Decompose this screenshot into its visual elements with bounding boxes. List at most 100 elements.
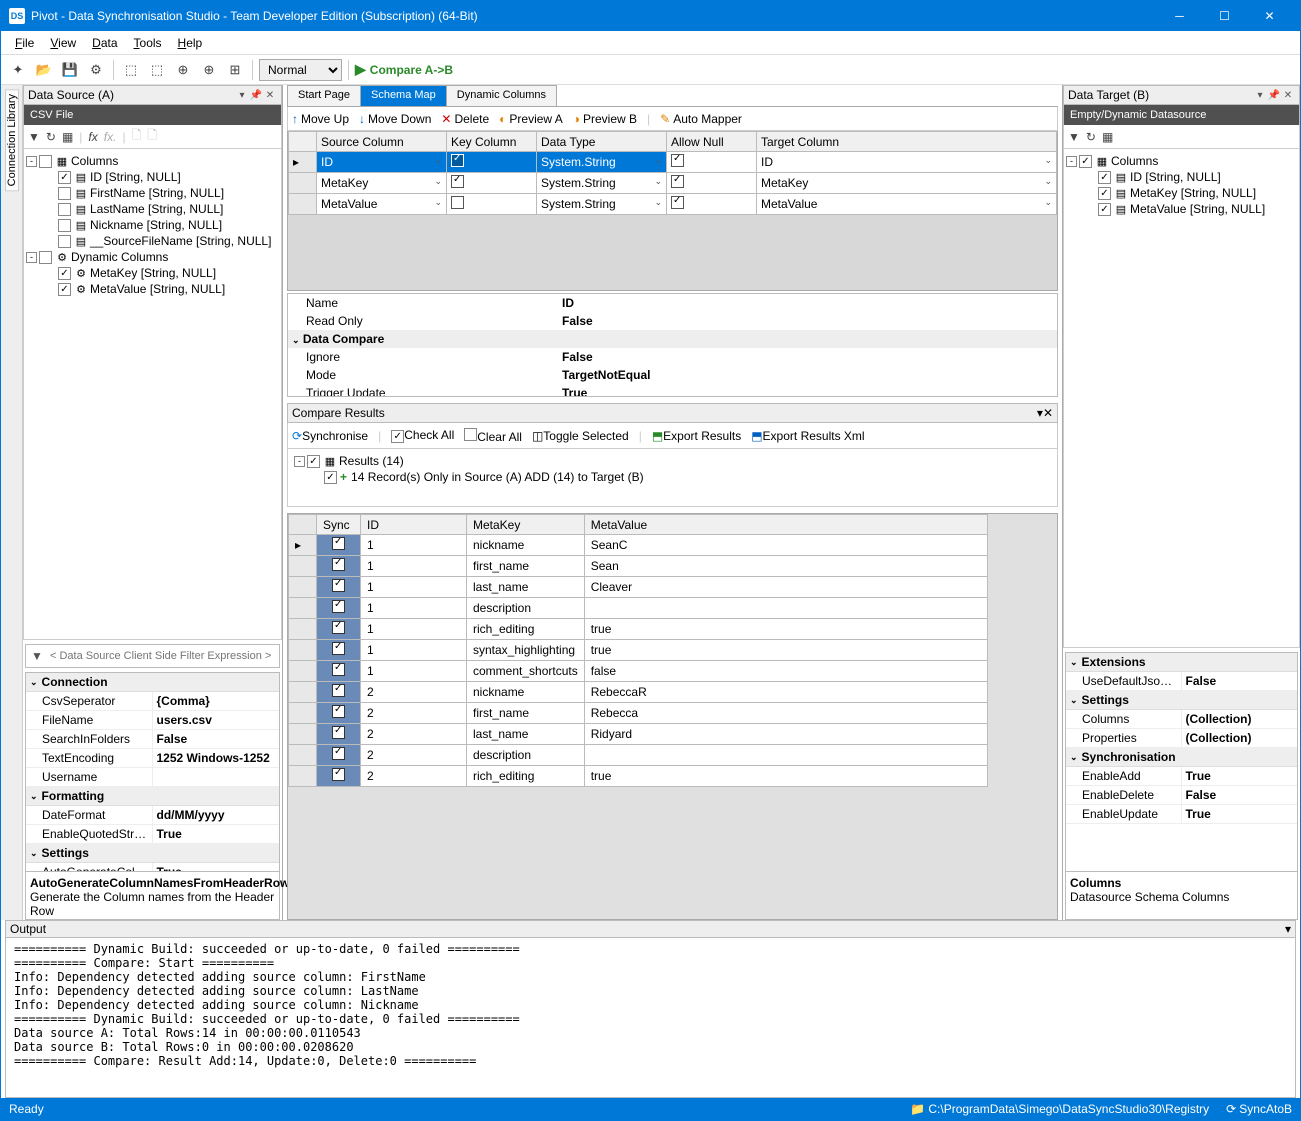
row-header[interactable]: [289, 682, 317, 703]
col-sync[interactable]: Sync: [317, 515, 361, 535]
cell-metakey[interactable]: first_name: [467, 703, 585, 724]
cell-metakey[interactable]: description: [467, 745, 585, 766]
move-up-button[interactable]: ↑Move Up: [292, 112, 349, 126]
cell-metakey[interactable]: syntax_highlighting: [467, 640, 585, 661]
columns-icon[interactable]: ▦: [1102, 130, 1113, 144]
checkbox[interactable]: [1098, 187, 1111, 200]
prop-val[interactable]: TargetNotEqual: [558, 366, 1057, 384]
tree-item[interactable]: ID [String, NULL]: [1130, 170, 1221, 184]
settings-icon[interactable]: ⚙: [85, 59, 107, 81]
maximize-button[interactable]: ☐: [1202, 1, 1247, 31]
prop-group[interactable]: Synchronisation: [1082, 750, 1176, 764]
menu-view[interactable]: View: [42, 34, 84, 52]
expander-icon[interactable]: -: [1066, 156, 1077, 167]
delete-button[interactable]: ✕Delete: [441, 112, 489, 126]
prop-val[interactable]: True: [1182, 767, 1298, 785]
cell-metavalue[interactable]: true: [584, 619, 987, 640]
checkbox[interactable]: [39, 251, 52, 264]
cell-target[interactable]: ID⌄: [757, 152, 1057, 173]
cell-metavalue[interactable]: Rebecca: [584, 703, 987, 724]
tree-item[interactable]: Nickname [String, NULL]: [90, 218, 222, 232]
connection-library-tab[interactable]: Connection Library: [5, 89, 19, 191]
prop-val[interactable]: True: [153, 825, 280, 843]
open-icon[interactable]: 📂: [33, 59, 55, 81]
tool-2-icon[interactable]: ⬚: [146, 59, 168, 81]
cell-metavalue[interactable]: false: [584, 661, 987, 682]
move-down-button[interactable]: ↓Move Down: [359, 112, 431, 126]
prop-group[interactable]: Extensions: [1082, 655, 1146, 669]
dropdown-icon[interactable]: ▾: [235, 90, 249, 101]
cell-id[interactable]: 1: [361, 640, 467, 661]
cell-id[interactable]: 1: [361, 577, 467, 598]
menu-help[interactable]: Help: [170, 34, 211, 52]
row-header[interactable]: [289, 577, 317, 598]
prop-group[interactable]: Formatting: [42, 789, 105, 803]
cell-metavalue[interactable]: Ridyard: [584, 724, 987, 745]
row-header[interactable]: [289, 173, 317, 194]
pin-icon[interactable]: 📌: [1267, 90, 1281, 101]
cell-metavalue[interactable]: SeanC: [584, 535, 987, 556]
row-header[interactable]: [289, 724, 317, 745]
tree-columns[interactable]: Columns: [1111, 154, 1158, 168]
prop-val[interactable]: dd/MM/yyyy: [153, 806, 280, 824]
menu-data[interactable]: Data: [84, 34, 125, 52]
close-icon[interactable]: ✕: [1043, 406, 1053, 420]
cell-id[interactable]: 1: [361, 619, 467, 640]
cell-target[interactable]: MetaValue⌄: [757, 194, 1057, 215]
tree-item[interactable]: MetaKey [String, NULL]: [1130, 186, 1256, 200]
tree-item[interactable]: MetaValue [String, NULL]: [1130, 202, 1265, 216]
cell-id[interactable]: 1: [361, 556, 467, 577]
cell-datatype[interactable]: System.String⌄: [537, 173, 667, 194]
toggle-selected-button[interactable]: ◫Toggle Selected: [532, 429, 629, 443]
preview-b-button[interactable]: ◑Preview B: [573, 112, 637, 126]
compare-button[interactable]: ▶Compare A->B: [355, 61, 453, 78]
row-header[interactable]: [289, 766, 317, 787]
row-header[interactable]: ▸: [289, 152, 317, 173]
cell-metakey[interactable]: rich_editing: [467, 619, 585, 640]
row-header[interactable]: [289, 619, 317, 640]
tool-1-icon[interactable]: ⬚: [120, 59, 142, 81]
columns-icon[interactable]: ▦: [62, 130, 73, 144]
cell-id[interactable]: 2: [361, 682, 467, 703]
prop-val[interactable]: True: [153, 863, 280, 872]
tool-4-icon[interactable]: ⊕: [198, 59, 220, 81]
expander-icon[interactable]: -: [26, 156, 37, 167]
tab-dynamic[interactable]: Dynamic Columns: [446, 85, 557, 106]
checkbox[interactable]: [58, 283, 71, 296]
row-header[interactable]: [289, 661, 317, 682]
cell-allownull[interactable]: [667, 194, 757, 215]
checkbox[interactable]: [324, 471, 337, 484]
cell-id[interactable]: 2: [361, 724, 467, 745]
save-icon[interactable]: 💾: [59, 59, 81, 81]
checkbox[interactable]: [39, 155, 52, 168]
menu-tools[interactable]: Tools: [126, 34, 170, 52]
tree-dynamic[interactable]: Dynamic Columns: [71, 250, 168, 264]
cell-key[interactable]: [447, 152, 537, 173]
prop-val[interactable]: [153, 768, 280, 786]
col-allownull[interactable]: Allow Null: [667, 132, 757, 152]
tree-columns[interactable]: Columns: [71, 154, 118, 168]
checkbox[interactable]: [307, 455, 320, 468]
filter-icon[interactable]: ▼: [26, 649, 48, 663]
cell-metakey[interactable]: comment_shortcuts: [467, 661, 585, 682]
checkbox[interactable]: [58, 203, 71, 216]
export-xml-button[interactable]: ⬒Export Results Xml: [751, 429, 864, 443]
tab-schema[interactable]: Schema Map: [360, 85, 447, 106]
tool-5-icon[interactable]: ⊞: [224, 59, 246, 81]
checkbox[interactable]: [58, 235, 71, 248]
checkbox[interactable]: [58, 171, 71, 184]
checkbox[interactable]: [58, 187, 71, 200]
auto-mapper-button[interactable]: ✎Auto Mapper: [660, 112, 742, 126]
tree-item[interactable]: MetaKey [String, NULL]: [90, 266, 216, 280]
prop-group[interactable]: Settings: [1082, 693, 1129, 707]
cell-source[interactable]: ID⌄: [317, 152, 447, 173]
checkbox[interactable]: [1098, 203, 1111, 216]
cell-metavalue[interactable]: [584, 745, 987, 766]
col-metavalue[interactable]: MetaValue: [584, 515, 987, 535]
refresh-icon[interactable]: ↻: [46, 130, 56, 144]
prop-val[interactable]: users.csv: [153, 711, 280, 729]
prop-val[interactable]: False: [558, 312, 1057, 330]
pin-icon[interactable]: 📌: [249, 90, 263, 101]
cell-source[interactable]: MetaKey⌄: [317, 173, 447, 194]
tree-item[interactable]: ID [String, NULL]: [90, 170, 181, 184]
